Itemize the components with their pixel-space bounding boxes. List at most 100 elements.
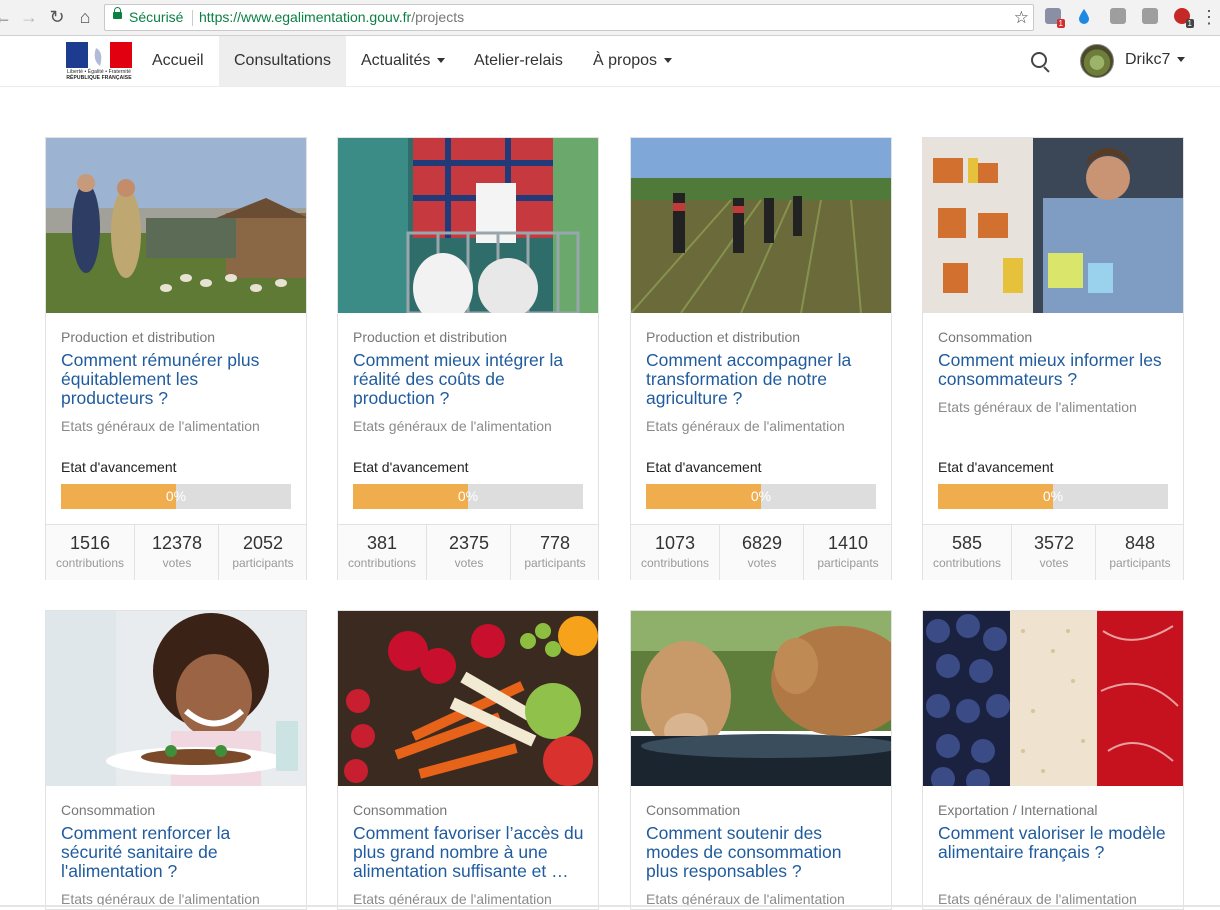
contributions-label: contributions — [55, 556, 125, 570]
progress-bar: 0% — [61, 484, 291, 509]
browser-toolbar: ← → ↻ ⌂ Sécurisé https://www.egalimentat… — [0, 0, 1220, 36]
nav-actualites[interactable]: Actualités — [346, 36, 460, 86]
back-icon[interactable]: ← — [0, 6, 14, 28]
nav-accueil[interactable]: Accueil — [137, 36, 219, 86]
project-category: Consommation — [353, 802, 448, 818]
project-image[interactable] — [46, 138, 306, 313]
project-image[interactable] — [923, 611, 1183, 786]
project-subtitle: Etats généraux de l'alimentation — [353, 418, 552, 434]
project-image[interactable] — [46, 611, 306, 786]
project-card[interactable]: Production et distribution Comment rémun… — [45, 137, 307, 580]
project-card[interactable]: Consommation Comment favoriser l’accès d… — [337, 610, 599, 910]
reload-icon[interactable]: ↻ — [46, 6, 68, 28]
participants-label: participants — [817, 556, 879, 570]
project-image[interactable] — [631, 611, 891, 786]
contributions-count: 1516 — [69, 533, 111, 553]
project-category: Production et distribution — [646, 329, 801, 345]
project-title[interactable]: Comment mieux intégrer la réalité des co… — [353, 351, 585, 408]
user-menu[interactable]: Drikc7 — [1125, 36, 1186, 86]
project-title[interactable]: Comment valoriser le modèle alimentaire … — [938, 824, 1170, 862]
extension-box-icon[interactable] — [1110, 8, 1126, 24]
project-stats: 1073 contributions 6829 votes 1410 particip… — [631, 524, 891, 580]
site-header: Liberté • Égalité • Fraternité RÉPUBLIQU… — [0, 36, 1220, 87]
address-separator — [192, 10, 193, 26]
project-title[interactable]: Comment renforcer la sécurité sanitaire … — [61, 824, 293, 881]
progress-percent: 0% — [457, 488, 479, 504]
votes-count: 12378 — [151, 533, 203, 553]
extension-opera-icon[interactable]: 1 — [1174, 8, 1194, 28]
address-bar[interactable]: Sécurisé https://www.egalimentation.gouv… — [104, 4, 1034, 31]
username-label: Drikc7 — [1125, 51, 1171, 68]
search-icon[interactable] — [1031, 52, 1047, 68]
participants-count: 778 — [539, 533, 571, 553]
project-title[interactable]: Comment mieux informer les consommateurs… — [938, 351, 1170, 389]
bookmark-star-icon[interactable]: ☆ — [1014, 5, 1029, 30]
progress-bar: 0% — [938, 484, 1168, 509]
republique-francaise-logo[interactable]: Liberté • Égalité • Fraternité RÉPUBLIQU… — [64, 40, 134, 82]
nav-actualites-label: Actualités — [361, 52, 431, 69]
participants-label: participants — [1109, 556, 1171, 570]
project-image[interactable] — [923, 138, 1183, 313]
forward-icon[interactable]: → — [18, 6, 40, 28]
progress-label: Etat d'avancement — [938, 459, 1054, 475]
project-category: Exportation / International — [938, 802, 1098, 818]
votes-label: votes — [747, 556, 777, 570]
progress-label: Etat d'avancement — [61, 459, 177, 475]
contributions-count: 381 — [366, 533, 398, 553]
project-subtitle: Etats généraux de l'alimentation — [61, 418, 260, 434]
project-image[interactable] — [631, 138, 891, 313]
browser-menu-icon[interactable]: ⋮ — [1200, 6, 1218, 28]
progress-percent: 0% — [165, 488, 187, 504]
url-text: https://www.egalimentation.gouv.fr/proje… — [199, 9, 465, 25]
project-card[interactable]: Exportation / International Comment valo… — [922, 610, 1184, 910]
avatar[interactable] — [1080, 44, 1114, 78]
home-icon[interactable]: ⌂ — [74, 6, 96, 28]
project-image[interactable] — [338, 138, 598, 313]
progress-bar: 0% — [353, 484, 583, 509]
project-title[interactable]: Comment favoriser l’accès du plus grand … — [353, 824, 585, 881]
project-subtitle: Etats généraux de l'alimentation — [646, 418, 845, 434]
project-title[interactable]: Comment soutenir des modes de consommati… — [646, 824, 878, 881]
votes-count: 2375 — [448, 533, 490, 553]
extension-drop-icon[interactable] — [1076, 8, 1092, 24]
chevron-down-icon — [1177, 57, 1186, 63]
project-card[interactable]: Production et distribution Comment accom… — [630, 137, 892, 580]
project-category: Consommation — [61, 802, 156, 818]
participants-label: participants — [524, 556, 586, 570]
project-subtitle: Etats généraux de l'alimentation — [938, 399, 1137, 415]
participants-count: 1410 — [827, 533, 869, 553]
chevron-down-icon — [437, 58, 446, 64]
progress-bar: 0% — [646, 484, 876, 509]
votes-label: votes — [1039, 556, 1069, 570]
project-category: Production et distribution — [61, 329, 216, 345]
project-card[interactable]: Consommation Comment mieux informer les … — [922, 137, 1184, 580]
secure-label: Sécurisé — [129, 9, 184, 25]
project-card[interactable]: Consommation Comment soutenir des modes … — [630, 610, 892, 910]
project-category: Production et distribution — [353, 329, 508, 345]
project-stats: 1516 contributions 12378 votes 2052 partici… — [46, 524, 306, 580]
contributions-count: 1073 — [654, 533, 696, 553]
participants-count: 2052 — [242, 533, 284, 553]
votes-label: votes — [162, 556, 192, 570]
project-image[interactable] — [338, 611, 598, 786]
votes-count: 6829 — [741, 533, 783, 553]
extension-puzzle-icon[interactable]: 1 — [1045, 8, 1065, 28]
votes-count: 3572 — [1033, 533, 1075, 553]
nav-atelier-relais[interactable]: Atelier-relais — [459, 36, 578, 86]
project-card[interactable]: Consommation Comment renforcer la sécuri… — [45, 610, 307, 910]
logo-republique: RÉPUBLIQUE FRANÇAISE — [66, 75, 132, 81]
nav-a-propos[interactable]: À propos — [578, 36, 687, 86]
participants-label: participants — [232, 556, 294, 570]
project-category: Consommation — [938, 329, 1033, 345]
lock-icon — [113, 7, 122, 19]
project-category: Consommation — [646, 802, 741, 818]
project-title[interactable]: Comment rémunérer plus équitablement les… — [61, 351, 293, 408]
project-card[interactable]: Production et distribution Comment mieux… — [337, 137, 599, 580]
progress-percent: 0% — [1042, 488, 1064, 504]
chevron-down-icon — [664, 58, 673, 64]
nav-consultations[interactable]: Consultations — [219, 36, 346, 86]
contributions-count: 585 — [951, 533, 983, 553]
contributions-label: contributions — [640, 556, 710, 570]
extension-box2-icon[interactable] — [1142, 8, 1158, 24]
project-title[interactable]: Comment accompagner la transformation de… — [646, 351, 878, 408]
